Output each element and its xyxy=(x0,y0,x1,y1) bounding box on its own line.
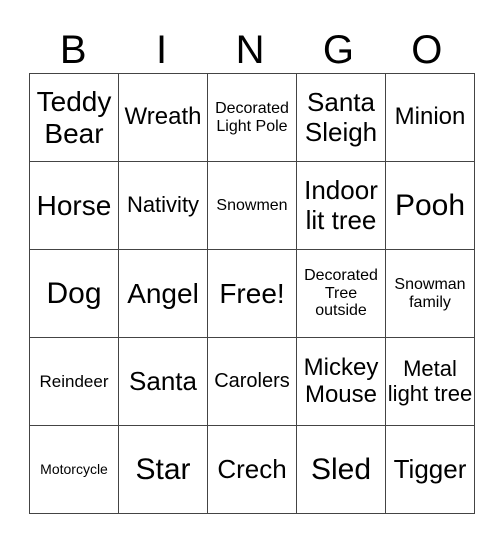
bingo-cell[interactable]: Minion xyxy=(385,73,475,162)
bingo-cell[interactable]: Snowman family xyxy=(385,249,475,338)
bingo-cell[interactable]: Indoor lit tree xyxy=(296,161,386,250)
header-letter-b: B xyxy=(59,28,87,72)
bingo-cell[interactable]: Mickey Mouse xyxy=(296,337,386,426)
bingo-cell[interactable]: Teddy Bear xyxy=(29,73,119,162)
bingo-cell[interactable]: Santa xyxy=(118,337,208,426)
bingo-cell[interactable]: Horse xyxy=(29,161,119,250)
bingo-cell[interactable]: Carolers xyxy=(207,337,297,426)
bingo-header: B I N G O xyxy=(29,28,471,73)
bingo-row: Reindeer Santa Carolers Mickey Mouse Met… xyxy=(29,337,475,426)
bingo-cell[interactable]: Wreath xyxy=(118,73,208,162)
bingo-cell[interactable]: Decorated Light Pole xyxy=(207,73,297,162)
bingo-cell[interactable]: Santa Sleigh xyxy=(296,73,386,162)
header-letter-n: N xyxy=(235,28,265,72)
bingo-cell[interactable]: Dog xyxy=(29,249,119,338)
bingo-cell[interactable]: Pooh xyxy=(385,161,475,250)
free-space[interactable]: Free! xyxy=(207,249,297,338)
bingo-cell[interactable]: Decorated Tree outside xyxy=(296,249,386,338)
bingo-cell[interactable]: Angel xyxy=(118,249,208,338)
bingo-card: Teddy Bear Wreath Decorated Light Pole S… xyxy=(29,73,475,514)
bingo-row: Horse Nativity Snowmen Indoor lit tree P… xyxy=(29,161,475,250)
bingo-row: Motorcycle Star Crech Sled Tigger xyxy=(29,425,475,514)
header-letter-g: G xyxy=(322,28,354,72)
bingo-cell[interactable]: Nativity xyxy=(118,161,208,250)
bingo-cell[interactable]: Crech xyxy=(207,425,297,514)
bingo-row: Teddy Bear Wreath Decorated Light Pole S… xyxy=(29,73,475,162)
bingo-cell[interactable]: Sled xyxy=(296,425,386,514)
bingo-cell[interactable]: Reindeer xyxy=(29,337,119,426)
bingo-cell[interactable]: Tigger xyxy=(385,425,475,514)
bingo-cell[interactable]: Star xyxy=(118,425,208,514)
bingo-cell[interactable]: Motorcycle xyxy=(29,425,119,514)
bingo-cell[interactable]: Metal light tree xyxy=(385,337,475,426)
header-letter-i: I xyxy=(156,28,168,72)
header-letter-o: O xyxy=(411,28,443,72)
bingo-row: Dog Angel Free! Decorated Tree outside S… xyxy=(29,249,475,338)
bingo-cell[interactable]: Snowmen xyxy=(207,161,297,250)
